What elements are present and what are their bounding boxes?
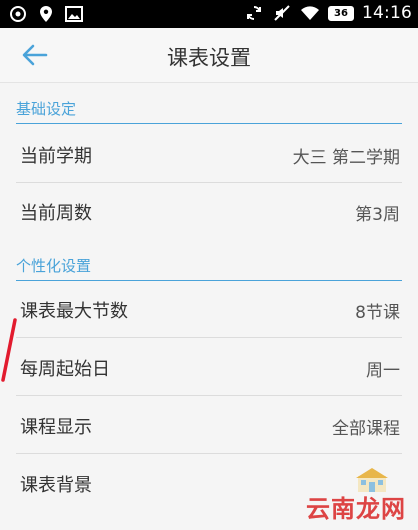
watermark: 云南龙网 xyxy=(306,495,406,523)
row-label: 每周起始日 xyxy=(20,359,110,380)
row-label: 当前学期 xyxy=(20,146,92,167)
row-value: 第3周 xyxy=(355,205,400,225)
page-title: 课表设置 xyxy=(167,46,251,70)
app-bar: 课表设置 xyxy=(0,28,418,83)
row-week-start-day[interactable]: 每周起始日 周一 xyxy=(0,339,418,396)
location-icon xyxy=(36,4,56,24)
divider xyxy=(16,395,402,396)
row-value: 全部课程 xyxy=(332,419,400,439)
status-bar: 36 14:16 xyxy=(0,0,418,28)
row-label: 课表最大节数 xyxy=(20,301,128,322)
row-label: 课表背景 xyxy=(20,475,92,496)
row-label: 课程显示 xyxy=(20,417,92,438)
row-max-periods[interactable]: 课表最大节数 8节课 xyxy=(0,281,418,338)
status-right-icons: 36 14:16 xyxy=(244,3,412,23)
divider xyxy=(16,453,402,454)
image-icon xyxy=(64,4,84,24)
wifi-icon xyxy=(300,3,320,23)
row-value: 8节课 xyxy=(355,303,400,323)
battery-icon: 36 xyxy=(328,5,354,21)
row-value: 大三 第二学期 xyxy=(292,148,400,168)
row-current-week[interactable]: 当前周数 第3周 xyxy=(0,183,418,240)
red-annotation-mark xyxy=(1,318,17,382)
section-header-personal: 个性化设置 xyxy=(16,255,402,281)
row-label: 当前周数 xyxy=(20,203,92,224)
row-course-display[interactable]: 课程显示 全部课程 xyxy=(0,397,418,454)
row-value: 周一 xyxy=(366,361,400,381)
sync-icon xyxy=(244,3,264,23)
status-time: 14:16 xyxy=(362,3,412,23)
row-current-semester[interactable]: 当前学期 大三 第二学期 xyxy=(0,126,418,183)
status-left-icons xyxy=(8,4,84,24)
divider xyxy=(16,337,402,338)
notification-icon xyxy=(8,4,28,24)
section-header-basic: 基础设定 xyxy=(16,98,402,124)
mute-icon xyxy=(272,3,292,23)
